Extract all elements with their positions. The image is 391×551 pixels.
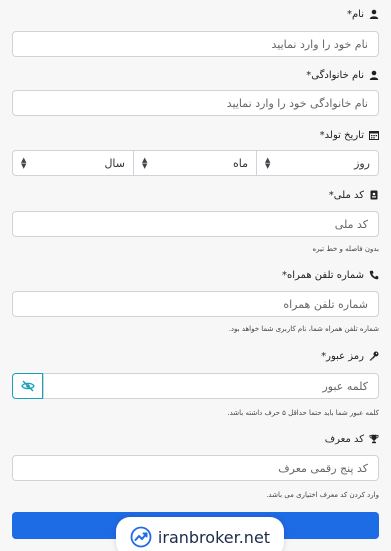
national-code-label-text: کد ملی* <box>328 189 364 201</box>
national-code-input[interactable]: کد ملی <box>12 211 379 237</box>
calendar-icon <box>369 130 379 140</box>
phone-icon <box>369 270 379 280</box>
national-code-placeholder: کد ملی <box>334 217 368 231</box>
chevron-updown-icon: ▲ ▼ <box>21 156 27 170</box>
referral-input[interactable]: کد پنج رقمی معرف <box>12 455 379 481</box>
chevron-updown-icon: ▲ ▼ <box>142 156 148 170</box>
mobile-input[interactable]: شماره تلفن همراه <box>12 291 379 317</box>
birth-day-value: روز <box>354 156 370 170</box>
birth-date-selects: روز ▲ ▼ ماه ▲ ▼ سال ▲ ▼ <box>12 150 379 176</box>
brand-watermark: iranbroker.net <box>116 517 284 551</box>
trend-chart-logo-icon <box>130 526 152 548</box>
mobile-placeholder: شماره تلفن همراه <box>283 297 368 311</box>
id-card-icon <box>369 190 379 200</box>
national-code-hint: بدون فاصله و خط تیره <box>312 245 379 253</box>
birth-day-select[interactable]: روز ▲ ▼ <box>256 150 379 176</box>
user-icon <box>369 70 379 80</box>
referral-label-text: کد معرف <box>324 433 364 445</box>
last-name-placeholder: نام خانوادگی خود را وارد نمایید <box>226 96 368 110</box>
birth-date-label-text: تاریخ تولد* <box>319 129 364 141</box>
last-name-label-text: نام خانوادگی* <box>306 69 364 81</box>
mobile-hint: شماره تلفن همراه شما، نام کاربری شما خوا… <box>228 325 379 333</box>
password-hint: کلمه عبور شما باید حتما حداقل ۵ حرف داشت… <box>227 409 379 417</box>
user-icon <box>369 9 379 19</box>
last-name-label: نام خانوادگی* <box>12 69 379 81</box>
birth-year-select[interactable]: سال ▲ ▼ <box>12 150 134 176</box>
first-name-placeholder: نام خود را وارد نمایید <box>271 37 368 51</box>
birth-month-value: ماه <box>232 156 248 170</box>
mobile-label: شماره تلفن همراه* <box>12 269 379 281</box>
trophy-icon <box>369 434 379 444</box>
first-name-label-text: نام* <box>346 8 364 20</box>
national-code-label: کد ملی* <box>12 189 379 201</box>
password-label-text: رمز عبور* <box>321 350 364 362</box>
referral-label: کد معرف <box>12 433 379 445</box>
chevron-updown-icon: ▲ ▼ <box>265 156 271 170</box>
referral-hint: وارد کردن کد معرف اختیاری می باشد. <box>266 491 379 499</box>
first-name-label: نام* <box>12 8 379 20</box>
password-label: رمز عبور* <box>12 350 379 362</box>
brand-name: iranbroker.net <box>157 527 271 547</box>
password-placeholder: کلمه عبور <box>322 379 368 393</box>
referral-placeholder: کد پنج رقمی معرف <box>278 461 368 475</box>
first-name-input[interactable]: نام خود را وارد نمایید <box>12 31 379 57</box>
password-input[interactable]: کلمه عبور <box>43 373 379 399</box>
last-name-input[interactable]: نام خانوادگی خود را وارد نمایید <box>12 90 379 116</box>
birth-date-label: تاریخ تولد* <box>12 129 379 141</box>
birth-year-value: سال <box>104 156 125 170</box>
toggle-password-button[interactable] <box>12 373 43 399</box>
password-row: کلمه عبور <box>12 373 379 399</box>
eye-slash-icon <box>20 379 35 393</box>
mobile-label-text: شماره تلفن همراه* <box>282 269 364 281</box>
birth-month-select[interactable]: ماه ▲ ▼ <box>134 150 256 176</box>
key-icon <box>369 351 379 361</box>
